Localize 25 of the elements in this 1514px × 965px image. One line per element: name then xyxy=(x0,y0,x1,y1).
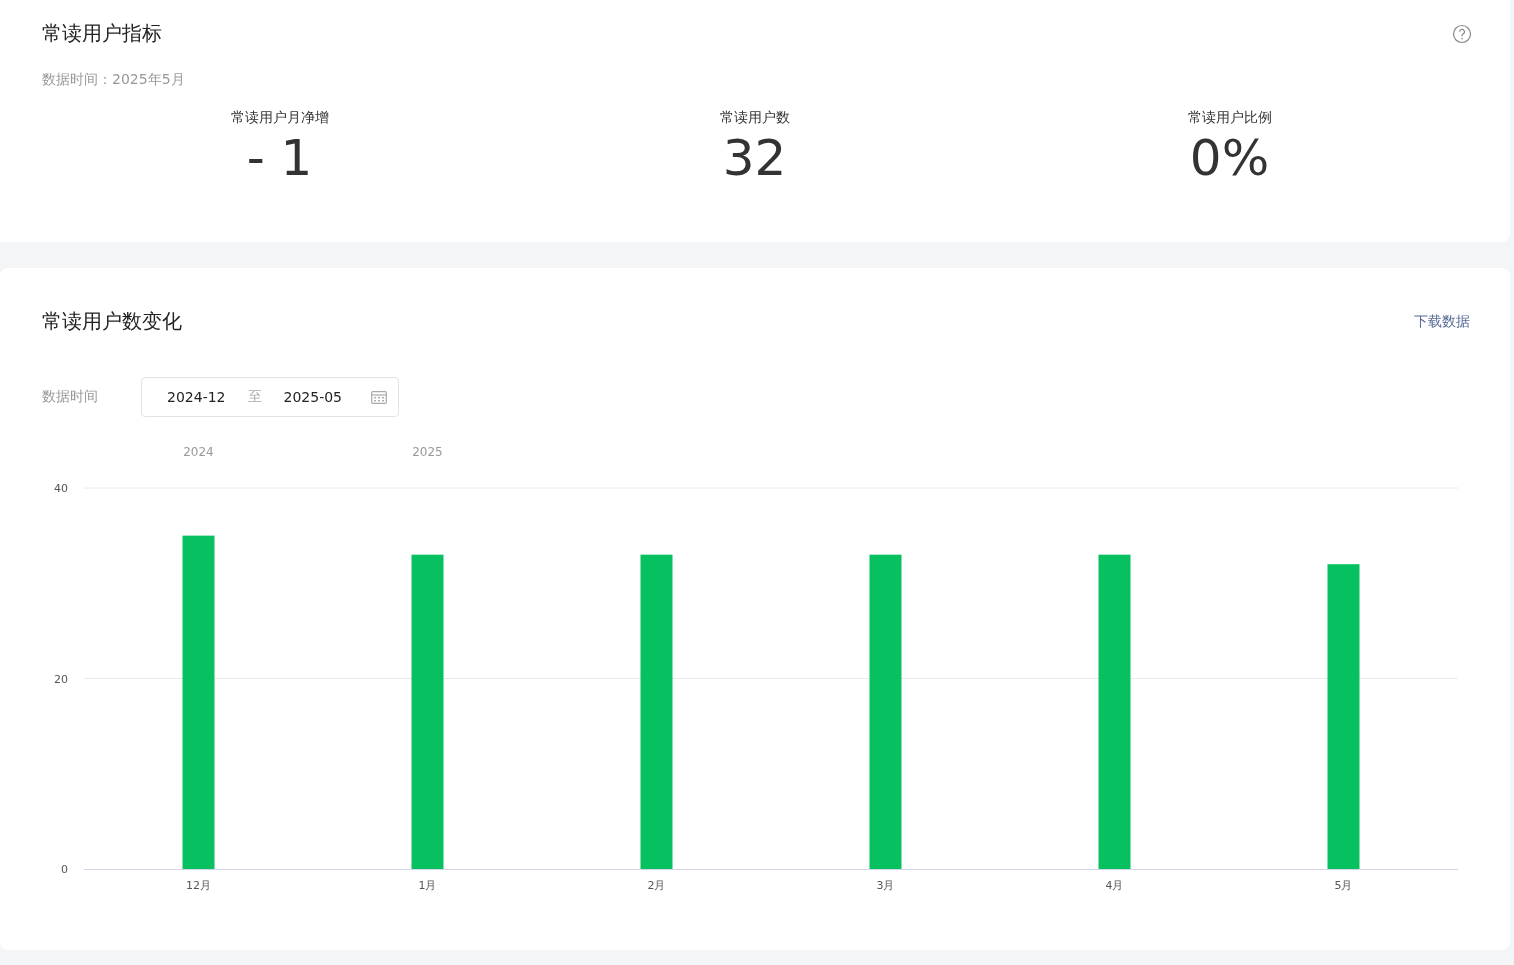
y-axis-label: 20 xyxy=(54,672,68,686)
x-axis-label: 4月 xyxy=(1105,879,1124,892)
card-title: 常读用户指标 xyxy=(42,20,162,47)
help-icon[interactable] xyxy=(1452,23,1472,44)
x-axis-label: 2月 xyxy=(647,879,666,892)
filter-label: 数据时间 xyxy=(42,388,99,406)
metric-value: 32 xyxy=(722,133,787,183)
metric-value: - 1 xyxy=(246,133,313,183)
x-axis-label: 12月 xyxy=(186,879,211,892)
metric-label: 常读用户月净增 xyxy=(230,109,329,127)
y-axis-label: 0 xyxy=(61,863,68,876)
year-label: 2024 xyxy=(183,445,214,459)
date-range-picker[interactable]: 2024-12 至 2025-05 xyxy=(141,377,399,417)
metric-label: 常读用户数 xyxy=(719,109,790,127)
year-label: 2025 xyxy=(412,445,443,459)
download-link[interactable]: 下载数据 xyxy=(1414,312,1470,331)
metric-value: 0% xyxy=(1189,133,1270,183)
calendar-icon xyxy=(371,390,387,404)
data-time: 数据时间：2025年5月 xyxy=(42,71,186,89)
x-axis-label: 1月 xyxy=(418,879,437,892)
metric-label: 常读用户比例 xyxy=(1187,109,1272,127)
x-axis-label: 3月 xyxy=(876,879,895,892)
card-title: 常读用户数变化 xyxy=(42,308,182,335)
x-axis-label: 5月 xyxy=(1334,879,1353,892)
y-axis-label: 40 xyxy=(54,482,68,495)
